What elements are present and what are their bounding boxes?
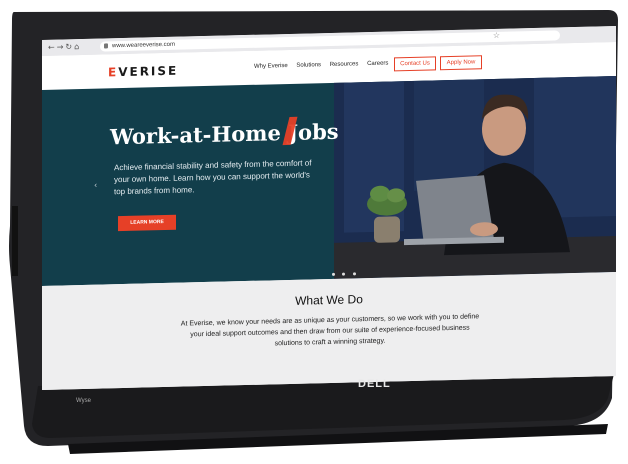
carousel-dot-3[interactable]: [352, 272, 356, 276]
browser-nav-icons[interactable]: ←→↻⌂: [48, 42, 81, 52]
hero-description: Achieve financial stability and safety f…: [114, 158, 312, 197]
man-with-laptop-image: [334, 75, 616, 279]
nav-item-solutions[interactable]: Solutions: [296, 62, 321, 69]
url-text: www.weareeverise.com: [112, 41, 176, 50]
hero-title: Work-at-Home Jobs: [110, 118, 339, 150]
screen: ←→↻⌂ www.weareeverise.com ☆ EVERISE Why …: [42, 25, 616, 391]
star-icon[interactable]: ☆: [493, 31, 500, 40]
portable-monitor: ←→↻⌂ www.weareeverise.com ☆ EVERISE Why …: [8, 6, 620, 458]
hero-banner: ‹ Work-at-Home Jobs Achieve financial st…: [42, 75, 616, 286]
section-description: At Everise, we know your needs are as un…: [180, 313, 480, 348]
nav-item-careers[interactable]: Careers: [367, 61, 388, 68]
nav-item-why-everise[interactable]: Why Everise: [254, 63, 288, 70]
main-nav: Why Everise Solutions Resources Careers: [254, 60, 395, 70]
what-we-do-section: What We Do At Everise, we know your need…: [42, 271, 616, 391]
contact-us-button[interactable]: Contact Us: [394, 56, 436, 72]
carousel-dot-2[interactable]: [342, 272, 346, 276]
model-label: Wyse: [76, 398, 91, 404]
section-title: What We Do: [295, 292, 363, 308]
lock-icon: [104, 43, 108, 49]
learn-more-button[interactable]: LEARN MORE: [118, 214, 176, 232]
nav-item-resources[interactable]: Resources: [330, 61, 359, 68]
dell-logo: DELL: [358, 378, 391, 390]
hero-photo: [334, 75, 616, 279]
site-logo[interactable]: EVERISE: [108, 64, 178, 80]
apply-now-button[interactable]: Apply Now: [440, 55, 482, 71]
side-ports: [12, 206, 18, 276]
carousel-prev-arrow[interactable]: ‹: [94, 181, 97, 190]
carousel-dot-1[interactable]: [332, 272, 335, 276]
